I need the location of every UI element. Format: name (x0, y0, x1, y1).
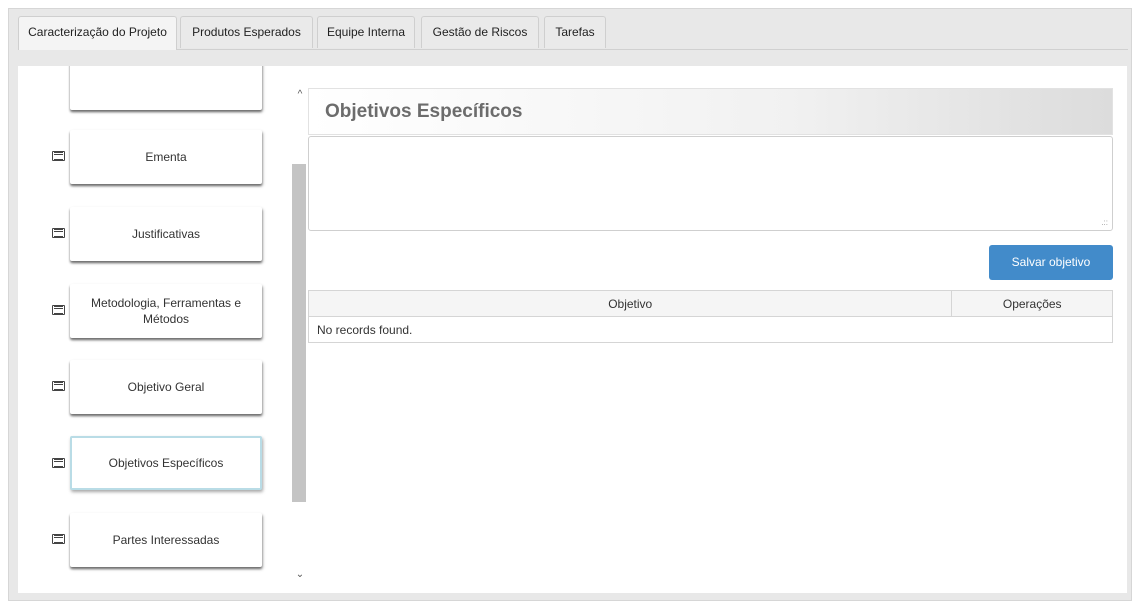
section-list: Ementa Justificativas Metodologia, Ferra… (18, 66, 288, 593)
panel-title: Objetivos Específicos (325, 101, 523, 122)
tab-bar: Caracterização do Projeto Produtos Esper… (18, 16, 1128, 50)
column-header-objetivo[interactable]: Objetivo (307, 290, 953, 317)
section-card-label: Metodologia, Ferramentas e Métodos (90, 296, 242, 326)
tab-produtos-esperados[interactable]: Produtos Esperados (180, 16, 313, 48)
content-area: Ementa Justificativas Metodologia, Ferra… (18, 66, 1127, 593)
section-card-objetivos-especificos[interactable]: Objetivos Específicos (70, 436, 262, 490)
scroll-down-icon[interactable]: ⌄ (295, 570, 305, 580)
scroll-up-icon[interactable]: ^ (295, 90, 305, 100)
tab-equipe-interna[interactable]: Equipe Interna (317, 16, 415, 48)
tab-gestao-riscos[interactable]: Gestão de Riscos (421, 16, 539, 48)
table-header-row: Objetivo Operações (307, 290, 1113, 317)
table-row: No records found. (308, 316, 1113, 343)
scrollbar-thumb[interactable] (292, 164, 306, 502)
section-card-metodologia[interactable]: Metodologia, Ferramentas e Métodos (70, 284, 262, 338)
tab-tarefas[interactable]: Tarefas (544, 16, 606, 48)
section-card-ementa[interactable]: Ementa (70, 130, 262, 184)
section-card-label: Objetivo Geral (127, 380, 205, 394)
save-objetivo-button[interactable]: Salvar objetivo (989, 245, 1113, 280)
section-card-partes-interessadas[interactable]: Partes Interessadas (70, 513, 262, 567)
section-card-label: Partes Interessadas (112, 533, 220, 547)
section-card-justificativas[interactable]: Justificativas (70, 207, 262, 261)
panel-header: Objetivos Específicos (308, 88, 1113, 135)
tab-caracterizacao[interactable]: Caracterização do Projeto (18, 16, 177, 50)
resize-grip-icon[interactable]: .:: (1101, 219, 1108, 227)
section-card-label: Objetivos Específicos (108, 456, 224, 470)
objetivo-textarea[interactable]: .:: (308, 136, 1113, 231)
list-icon (52, 458, 65, 468)
section-card-label: Ementa (145, 150, 187, 164)
list-icon (52, 381, 65, 391)
list-icon (52, 305, 65, 315)
list-icon (52, 228, 65, 238)
list-icon (52, 534, 65, 544)
list-icon (52, 151, 65, 161)
empty-message: No records found. (308, 316, 1113, 343)
section-card-label: Justificativas (131, 227, 201, 241)
section-list-scrollbar[interactable] (292, 88, 306, 581)
section-card-objetivo-geral[interactable]: Objetivo Geral (70, 360, 262, 414)
column-header-operacoes[interactable]: Operações (951, 290, 1113, 317)
section-card-partial[interactable] (70, 66, 262, 110)
objetivos-table: Objetivo Operações No records found. (307, 290, 1113, 343)
